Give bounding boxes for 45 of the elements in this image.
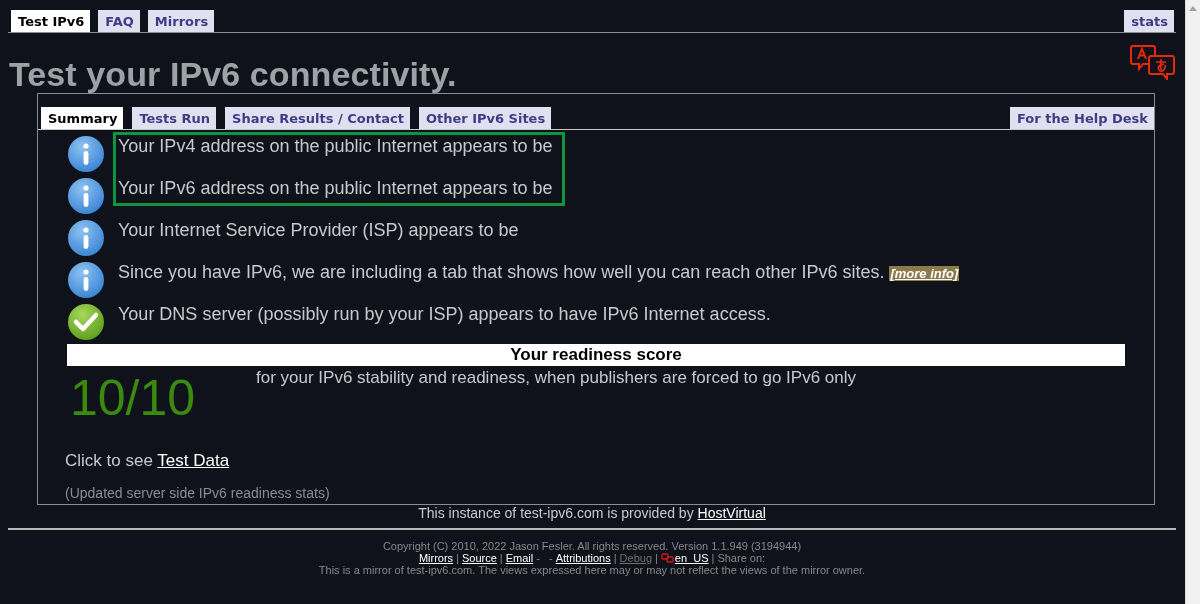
- tab[interactable]: Other IPv6 Sites: [418, 107, 552, 129]
- message-text: Since you have IPv6, we are including a tab that shows how well you can reach other IPv6 sites.: [118, 261, 885, 283]
- separator-text: |: [655, 552, 658, 564]
- score-title-bar: Your readiness score: [67, 344, 1125, 366]
- mirror-note: This is a mirror of test-ipv6.com. The views expressed here may or may not reflect the views of the mirror owner.: [318, 564, 866, 576]
- info-icon: [67, 135, 105, 173]
- separator-text: - -: [536, 552, 553, 564]
- tab[interactable]: Test IPv6: [11, 10, 91, 32]
- footer-link[interactable]: Email: [505, 552, 534, 564]
- tab[interactable]: Share Results / Contact: [225, 107, 410, 129]
- footer-link[interactable]: Source: [461, 552, 497, 564]
- tab[interactable]: Mirrors: [147, 10, 215, 32]
- tab[interactable]: For the Help Desk: [1010, 107, 1154, 129]
- message-text: Your Internet Service Provider (ISP) appears to be: [118, 219, 519, 241]
- score-description: for your IPv6 stability and readiness, when publishers are forced to go IPv6 only: [256, 367, 857, 389]
- copyright-text: Copyright (C) 2010, 2022 Jason Fesler. All rights reserved. Version 1.1.949 (3194944): [382, 540, 802, 552]
- info-icon: [67, 219, 105, 257]
- test-data-prompt: Click to see: [65, 451, 153, 470]
- instance-text: This instance of test-ipv6.com is provided by: [418, 505, 694, 521]
- host-link[interactable]: HostVirtual: [697, 505, 766, 521]
- tab[interactable]: FAQ: [98, 10, 140, 32]
- checkmark-icon: [67, 303, 105, 341]
- tab[interactable]: Summary: [41, 107, 124, 129]
- scroll-up-icon[interactable]: [1189, 6, 1197, 11]
- info-icon: [67, 177, 105, 215]
- tab[interactable]: Tests Run: [132, 107, 217, 129]
- test-data-link[interactable]: Test Data: [157, 451, 230, 470]
- footer-link[interactable]: Debug: [619, 552, 652, 564]
- stats-note: (Updated server side IPv6 readiness stats): [65, 484, 331, 502]
- message-text: Your DNS server (possibly run by your ISP) appears to have IPv6 Internet access.: [118, 303, 771, 325]
- message-text: Your IPv6 address on the public Internet appears to be: [118, 177, 553, 199]
- separator-text: |: [456, 552, 459, 564]
- readiness-score: 10/10: [69, 369, 197, 428]
- more-info-link[interactable]: [more info]: [889, 266, 960, 281]
- footer-link[interactable]: Attributions: [555, 552, 611, 564]
- page-heading: Test your IPv6 connectivity.: [9, 55, 457, 93]
- separator-text: | Share on:: [711, 552, 766, 564]
- separator-text: |: [613, 552, 617, 564]
- locale-link[interactable]: en_US: [674, 552, 709, 564]
- info-icon: [67, 261, 105, 299]
- separator-text: |: [499, 552, 503, 564]
- footer-link[interactable]: Mirrors: [418, 552, 454, 564]
- scrollbar[interactable]: [1185, 0, 1200, 604]
- tab[interactable]: stats: [1124, 10, 1174, 32]
- message-text: Your IPv4 address on the public Internet appears to be: [118, 135, 553, 157]
